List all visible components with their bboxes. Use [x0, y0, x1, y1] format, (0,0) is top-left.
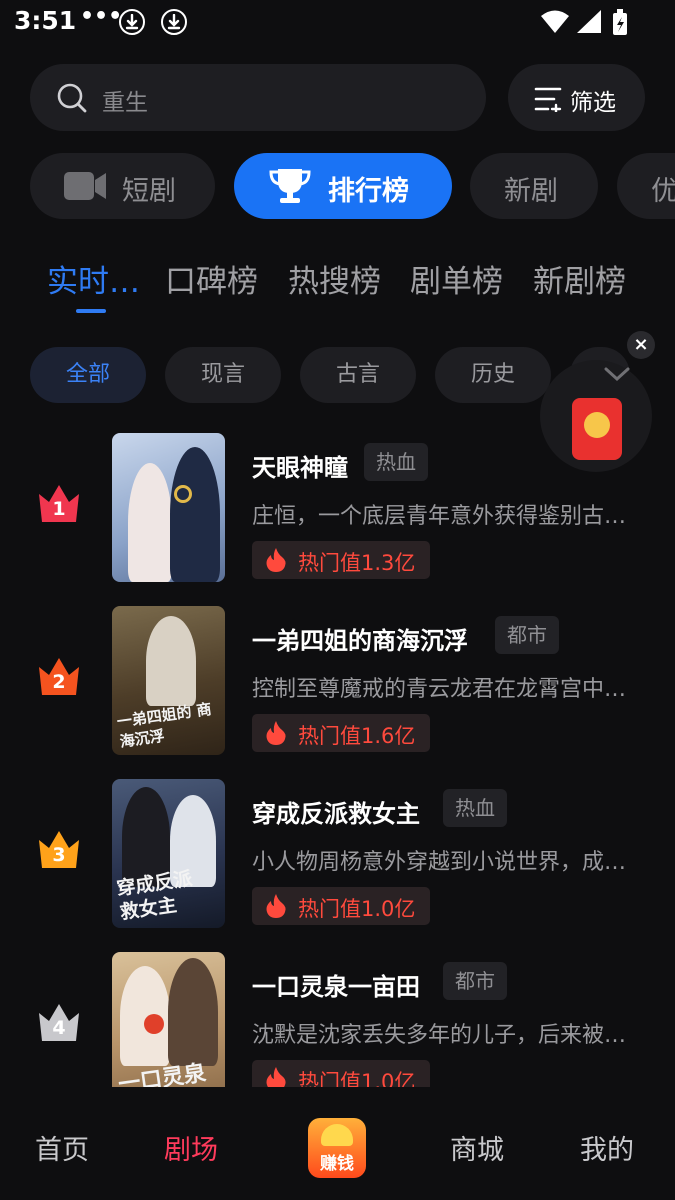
- category-partial[interactable]: 优: [617, 153, 675, 219]
- genre-ancient-romance[interactable]: 古言: [300, 347, 416, 403]
- category-label: 短剧: [122, 176, 176, 207]
- video-camera-icon: [64, 172, 106, 200]
- download-icon: [161, 9, 187, 35]
- popularity-value: 热门值1.6亿: [298, 724, 416, 748]
- popularity-value: 热门值1.0亿: [298, 897, 416, 921]
- rank-crown-icon: 1: [36, 482, 82, 524]
- filter-icon: [534, 87, 562, 112]
- more-notifications-icon: •••: [80, 4, 123, 29]
- flame-icon: [266, 1067, 286, 1087]
- earn-label: 赚钱: [320, 1154, 354, 1174]
- bottom-navigation: 首页 剧场 赚钱 商城 我的: [0, 1098, 675, 1200]
- drama-description: 小人物周杨意外穿越到小说世界，成为反派: [252, 850, 636, 875]
- tab-realtime[interactable]: 实时…: [47, 256, 140, 301]
- search-bar[interactable]: 重生: [30, 64, 486, 131]
- nav-earn-money[interactable]: 赚钱: [308, 1118, 366, 1178]
- drama-cover-image[interactable]: 穿成反派 救女主: [112, 779, 225, 928]
- list-item[interactable]: 3 穿成反派 救女主 穿成反派救女主 热血 小人物周杨意外穿越到小说世界，成为反…: [0, 776, 675, 928]
- popularity-badge: 热门值1.0亿: [252, 1060, 430, 1087]
- genre-tag: 都市: [443, 962, 507, 1000]
- nav-theater[interactable]: 剧场: [164, 1128, 218, 1167]
- category-label: 优: [651, 176, 675, 207]
- drama-title: 一口灵泉一亩田: [252, 973, 420, 1001]
- coin-icon: [321, 1124, 353, 1146]
- flame-icon: [266, 548, 286, 572]
- nav-home[interactable]: 首页: [35, 1128, 89, 1167]
- filter-button[interactable]: 筛选: [508, 64, 645, 131]
- rank-crown-icon: 2: [36, 655, 82, 697]
- close-icon[interactable]: ×: [627, 331, 655, 359]
- genre-all[interactable]: 全部: [30, 347, 146, 403]
- list-item[interactable]: 4 一口灵泉 一口灵泉一亩田 都市 沈默是沈家丢失多年的儿子，后来被找回 热门值…: [0, 949, 675, 1087]
- list-item[interactable]: 1 天眼神瞳 热血 庄恒，一个底层青年意外获得鉴别古玩的能力，从此人生逆袭 热门…: [0, 430, 675, 582]
- nav-mall[interactable]: 商城: [450, 1128, 504, 1167]
- genre-tag: 热血: [443, 789, 507, 827]
- drama-title: 一弟四姐的商海沉浮: [252, 627, 468, 655]
- drama-cover-image[interactable]: [112, 433, 225, 582]
- category-short-drama[interactable]: 短剧: [30, 153, 215, 219]
- rank-crown-icon: 3: [36, 828, 82, 870]
- genre-history[interactable]: 历史: [435, 347, 551, 403]
- category-ranking[interactable]: 排行榜: [234, 153, 452, 219]
- tab-hot-search[interactable]: 热搜榜: [288, 256, 381, 301]
- drama-title: 穿成反派救女主: [252, 800, 420, 828]
- tab-reputation[interactable]: 口碑榜: [165, 256, 258, 301]
- rank-number: 1: [52, 498, 66, 520]
- list-item[interactable]: 2 一弟四姐的 商海沉浮 一弟四姐的商海沉浮 都市 控制至尊魔戒的青云龙君在龙霄…: [0, 603, 675, 755]
- search-placeholder: 重生: [102, 90, 148, 116]
- filter-label: 筛选: [570, 90, 616, 116]
- rank-number: 2: [52, 671, 66, 693]
- flame-icon: [266, 894, 286, 918]
- genre-tag: 都市: [495, 616, 559, 654]
- cover-title: 一弟四姐的 商海沉浮: [115, 699, 213, 751]
- popularity-badge: 热门值1.0亿: [252, 887, 430, 925]
- status-time: 3:51: [14, 6, 77, 35]
- trophy-icon: [269, 169, 311, 203]
- rank-number: 3: [52, 844, 66, 866]
- drama-description: 沈默是沈家丢失多年的儿子，后来被找回: [252, 1023, 636, 1048]
- genre-modern-romance[interactable]: 现言: [165, 347, 281, 403]
- drama-description: 庄恒，一个底层青年意外获得鉴别古玩的能力，从此人生逆袭: [252, 504, 636, 529]
- drama-description: 控制至尊魔戒的青云龙君在龙霄宫中醒来: [252, 677, 636, 702]
- rank-crown-icon: 4: [36, 1001, 82, 1043]
- system-status-icons: [541, 9, 627, 35]
- status-bar: 3:51 •••: [0, 0, 675, 44]
- popularity-badge: 热门值1.3亿: [252, 541, 430, 579]
- genre-tag: 热血: [364, 443, 428, 481]
- category-label: 排行榜: [328, 176, 409, 207]
- category-label: 新剧: [504, 176, 558, 207]
- tab-new-drama-rank[interactable]: 新剧榜: [533, 256, 626, 301]
- tab-playlist[interactable]: 剧单榜: [410, 256, 503, 301]
- ranking-list: 1 天眼神瞳 热血 庄恒，一个底层青年意外获得鉴别古玩的能力，从此人生逆袭 热门…: [0, 430, 675, 1087]
- drama-title: 天眼神瞳: [252, 454, 348, 482]
- popularity-value: 热门值1.3亿: [298, 551, 416, 575]
- download-icon: [119, 9, 145, 35]
- flame-icon: [266, 721, 286, 745]
- nav-profile[interactable]: 我的: [580, 1128, 634, 1167]
- chevron-down-icon[interactable]: [604, 366, 630, 382]
- search-icon: [57, 83, 87, 113]
- drama-cover-image[interactable]: 一口灵泉: [112, 952, 225, 1087]
- category-new-drama[interactable]: 新剧: [470, 153, 598, 219]
- active-tab-indicator: [76, 309, 106, 313]
- drama-cover-image[interactable]: 一弟四姐的 商海沉浮: [112, 606, 225, 755]
- popularity-value: 热门值1.0亿: [298, 1070, 416, 1087]
- popularity-badge: 热门值1.6亿: [252, 714, 430, 752]
- rank-number: 4: [52, 1017, 66, 1039]
